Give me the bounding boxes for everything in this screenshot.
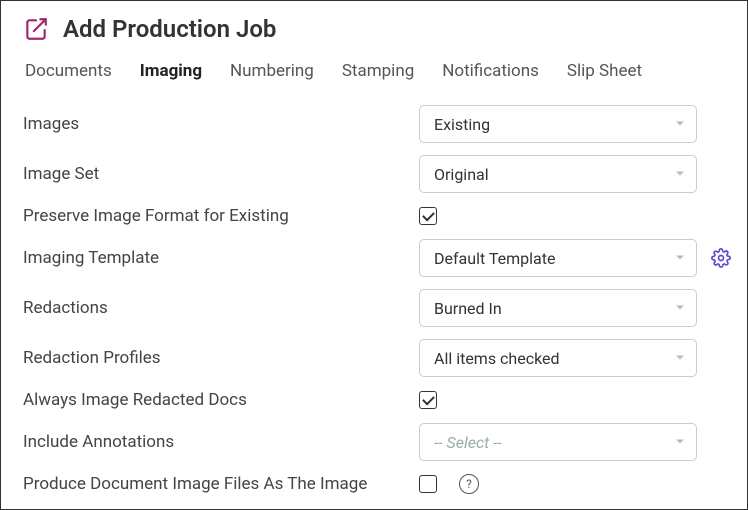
row-redactions: Redactions Burned In <box>23 289 725 327</box>
label-redactions: Redactions <box>23 298 419 318</box>
row-imaging-template: Imaging Template Default Template <box>23 239 725 277</box>
select-images[interactable]: Existing <box>419 105 697 143</box>
tab-documents[interactable]: Documents <box>25 61 112 83</box>
row-images: Images Existing <box>23 105 725 143</box>
share-icon <box>23 16 49 42</box>
tab-slip-sheet[interactable]: Slip Sheet <box>567 61 642 83</box>
select-redactions-value: Burned In <box>434 299 502 318</box>
chevron-down-icon <box>674 249 686 268</box>
tab-numbering[interactable]: Numbering <box>230 61 314 83</box>
row-preserve-format: Preserve Image Format for Existing <box>23 205 725 227</box>
select-imaging-template-value: Default Template <box>434 249 555 268</box>
checkbox-produce-doc-image-files[interactable] <box>419 475 437 493</box>
label-produce-doc-image-files: Produce Document Image Files As The Imag… <box>23 474 419 494</box>
select-include-annotations-value: -- Select -- <box>434 433 502 452</box>
checkbox-preserve-format[interactable] <box>419 207 437 225</box>
select-redaction-profiles-value: All items checked <box>434 349 560 368</box>
tab-imaging[interactable]: Imaging <box>140 61 202 83</box>
label-preserve-format: Preserve Image Format for Existing <box>23 206 419 226</box>
label-imaging-template: Imaging Template <box>23 248 419 268</box>
row-include-annotations: Include Annotations -- Select -- <box>23 423 725 461</box>
label-redaction-profiles: Redaction Profiles <box>23 348 419 368</box>
chevron-down-icon <box>674 115 686 134</box>
row-always-image-redacted: Always Image Redacted Docs <box>23 389 725 411</box>
chevron-down-icon <box>674 433 686 452</box>
select-include-annotations[interactable]: -- Select -- <box>419 423 697 461</box>
label-images: Images <box>23 114 419 134</box>
label-include-annotations: Include Annotations <box>23 432 419 452</box>
tab-notifications[interactable]: Notifications <box>442 61 539 83</box>
dialog-title: Add Production Job <box>63 15 276 43</box>
tab-bar: Documents Imaging Numbering Stamping Not… <box>23 61 725 83</box>
row-image-set: Image Set Original <box>23 155 725 193</box>
select-redaction-profiles[interactable]: All items checked <box>419 339 697 377</box>
select-images-value: Existing <box>434 115 490 134</box>
select-image-set-value: Original <box>434 165 489 184</box>
dialog-container: Add Production Job Documents Imaging Num… <box>0 0 748 510</box>
tab-stamping[interactable]: Stamping <box>342 61 414 83</box>
select-imaging-template[interactable]: Default Template <box>419 239 697 277</box>
checkbox-always-image-redacted[interactable] <box>419 391 437 409</box>
row-produce-doc-image-files: Produce Document Image Files As The Imag… <box>23 473 725 495</box>
row-redaction-profiles: Redaction Profiles All items checked <box>23 339 725 377</box>
select-redactions[interactable]: Burned In <box>419 289 697 327</box>
dialog-header: Add Production Job <box>23 15 725 43</box>
label-always-image-redacted: Always Image Redacted Docs <box>23 390 419 410</box>
chevron-down-icon <box>674 349 686 368</box>
gear-icon[interactable] <box>711 248 731 268</box>
label-image-set: Image Set <box>23 164 419 184</box>
chevron-down-icon <box>674 299 686 318</box>
help-icon[interactable]: ? <box>459 474 479 494</box>
form: Images Existing Image Set Original <box>23 105 725 495</box>
chevron-down-icon <box>674 165 686 184</box>
select-image-set[interactable]: Original <box>419 155 697 193</box>
